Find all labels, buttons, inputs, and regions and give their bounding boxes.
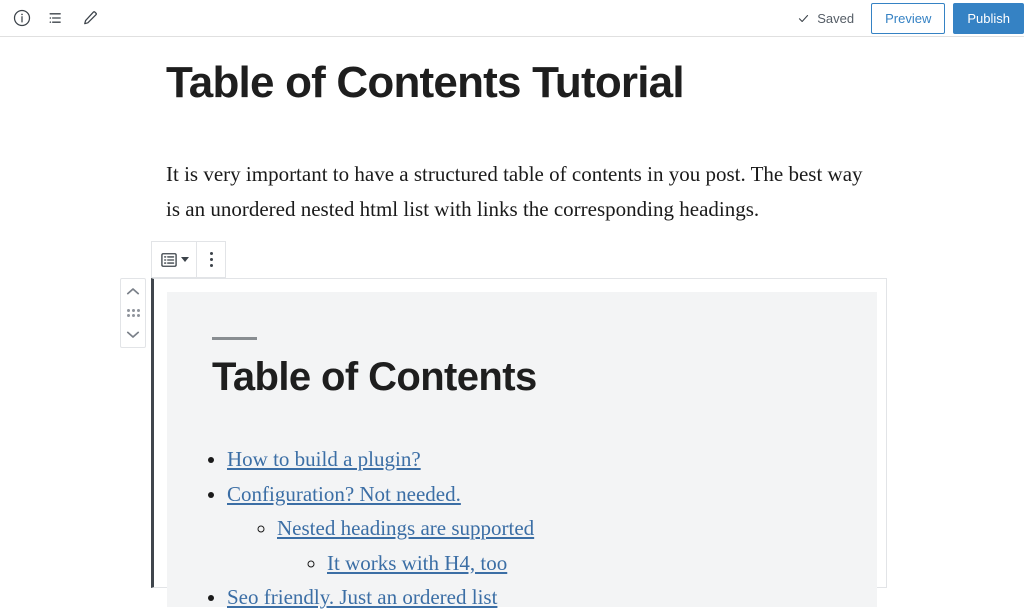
post-paragraph[interactable]: It is very important to have a structure… xyxy=(166,157,866,227)
check-icon xyxy=(797,12,810,25)
block-type-list-icon[interactable] xyxy=(152,242,196,277)
pencil-icon[interactable] xyxy=(73,1,107,35)
toc-sublist: Nested headings are supported It works w… xyxy=(227,511,534,580)
toc-list: How to build a plugin? Configuration? No… xyxy=(195,442,534,615)
dots-vertical-icon xyxy=(209,252,213,267)
selected-block[interactable]: Table of Contents How to build a plugin?… xyxy=(120,241,887,609)
list-item: How to build a plugin? xyxy=(227,442,534,477)
toc-link[interactable]: Nested headings are supported xyxy=(277,516,534,540)
move-up-icon[interactable] xyxy=(121,283,145,301)
block-outline: Table of Contents How to build a plugin?… xyxy=(151,278,887,609)
post-canvas: Table of Contents Tutorial It is very im… xyxy=(0,38,1024,609)
page-title[interactable]: Table of Contents Tutorial xyxy=(166,58,685,109)
list-item: It works with H4, too xyxy=(327,546,534,581)
save-status-label: Saved xyxy=(817,10,855,26)
toc-link[interactable]: Configuration? Not needed. xyxy=(227,482,461,506)
toc-panel: Table of Contents How to build a plugin?… xyxy=(167,292,877,609)
block-type-group xyxy=(152,242,196,277)
toc-sublist-level3: It works with H4, too xyxy=(277,546,534,581)
chevron-down-icon xyxy=(181,257,189,262)
block-toolbar xyxy=(151,241,226,278)
header-right-actions: Saved Preview Publish xyxy=(797,0,1024,36)
more-options-icon[interactable] xyxy=(197,242,225,277)
list-item: Seo friendly. Just an ordered list xyxy=(227,580,534,615)
toc-link[interactable]: It works with H4, too xyxy=(327,551,507,575)
toc-divider-rule xyxy=(212,337,257,340)
header-left-tools xyxy=(0,1,107,35)
preview-button[interactable]: Preview xyxy=(871,2,946,34)
list-view-icon[interactable] xyxy=(39,1,73,35)
editor-header: Saved Preview Publish xyxy=(0,0,1024,37)
toc-link[interactable]: How to build a plugin? xyxy=(227,447,421,471)
block-mover[interactable] xyxy=(120,278,146,348)
publish-button[interactable]: Publish xyxy=(953,2,1024,34)
list-item: Configuration? Not needed. Nested headin… xyxy=(227,477,534,581)
move-down-icon[interactable] xyxy=(121,325,145,343)
toc-heading: Table of Contents xyxy=(212,355,537,399)
more-options-group xyxy=(197,242,225,277)
info-icon[interactable] xyxy=(5,1,39,35)
drag-handle-icon[interactable] xyxy=(126,309,140,317)
toc-link[interactable]: Seo friendly. Just an ordered list xyxy=(227,585,497,609)
save-status: Saved xyxy=(797,11,854,26)
list-item: Nested headings are supported It works w… xyxy=(277,511,534,580)
